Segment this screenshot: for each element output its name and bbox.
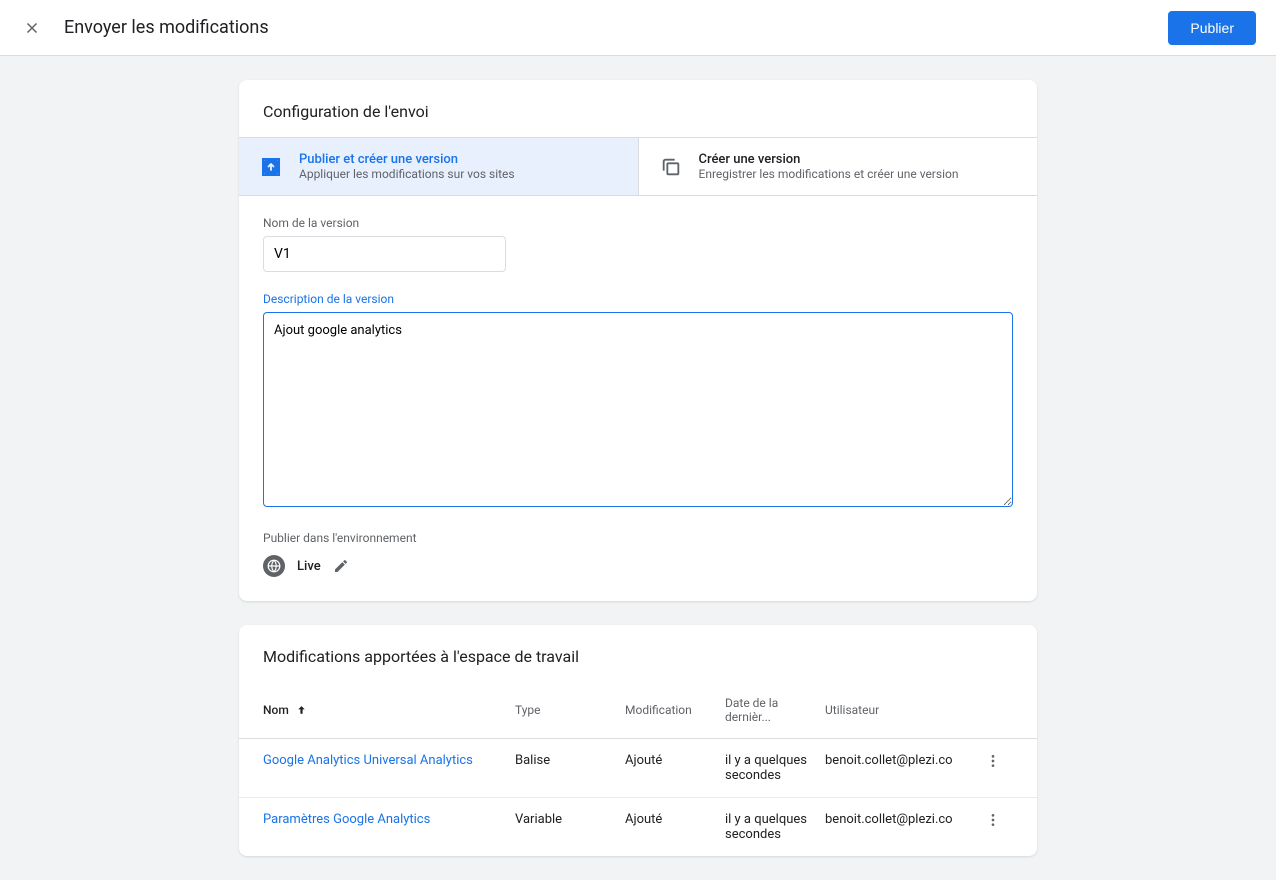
changes-title: Modifications apportées à l'espace de tr… (239, 625, 1037, 682)
copy-icon (659, 155, 683, 179)
tab-subtitle: Appliquer les modifications sur vos site… (299, 167, 515, 181)
changes-card: Modifications apportées à l'espace de tr… (239, 625, 1037, 856)
row-more-button[interactable] (973, 753, 1013, 769)
config-title: Configuration de l'envoi (239, 80, 1037, 137)
row-user: benoit.collet@plezi.co (825, 812, 973, 827)
modal-header: Envoyer les modifications Publier (0, 0, 1276, 56)
config-card: Configuration de l'envoi Publier et crée… (239, 80, 1037, 601)
version-desc-label: Description de la version (263, 292, 1013, 306)
content: Configuration de l'envoi Publier et crée… (227, 80, 1049, 856)
config-tabs: Publier et créer une version Appliquer l… (239, 137, 1037, 196)
col-header-modification[interactable]: Modification (625, 703, 725, 717)
table-row: Google Analytics Universal Analytics Bal… (239, 739, 1037, 798)
pencil-icon (333, 558, 349, 574)
arrow-up-icon (295, 704, 308, 717)
col-header-date[interactable]: Date de la dernièr... (725, 696, 825, 724)
row-name-link[interactable]: Paramètres Google Analytics (263, 812, 515, 827)
tab-title: Publier et créer une version (299, 152, 515, 167)
publish-upload-icon (259, 155, 283, 179)
row-type: Balise (515, 753, 625, 768)
tab-publish-create[interactable]: Publier et créer une version Appliquer l… (239, 138, 639, 195)
row-date: il y a quelques secondes (725, 812, 825, 842)
row-type: Variable (515, 812, 625, 827)
version-desc-textarea[interactable] (263, 312, 1013, 507)
more-vert-icon (985, 812, 1001, 828)
col-header-user[interactable]: Utilisateur (825, 703, 973, 717)
form-body: Nom de la version Description de la vers… (239, 196, 1037, 601)
tab-create-version[interactable]: Créer une version Enregistrer les modifi… (639, 138, 1038, 195)
col-header-type[interactable]: Type (515, 703, 625, 717)
more-vert-icon (985, 753, 1001, 769)
close-icon (23, 19, 41, 37)
row-user: benoit.collet@plezi.co (825, 753, 973, 768)
row-date: il y a quelques secondes (725, 753, 825, 783)
tab-subtitle: Enregistrer les modifications et créer u… (699, 167, 959, 181)
edit-env-button[interactable] (333, 558, 349, 574)
version-name-input[interactable] (263, 236, 506, 272)
page-title: Envoyer les modifications (64, 17, 1168, 38)
version-name-label: Nom de la version (263, 216, 1013, 230)
row-name-link[interactable]: Google Analytics Universal Analytics (263, 753, 515, 768)
globe-icon (263, 555, 285, 577)
publish-button[interactable]: Publier (1168, 11, 1256, 45)
table-header: Nom Type Modification Date de la dernièr… (239, 682, 1037, 739)
tab-title: Créer une version (699, 152, 959, 167)
close-button[interactable] (20, 16, 44, 40)
row-modification: Ajouté (625, 812, 725, 827)
env-label: Publier dans l'environnement (263, 531, 1013, 545)
row-modification: Ajouté (625, 753, 725, 768)
table-row: Paramètres Google Analytics Variable Ajo… (239, 798, 1037, 856)
col-header-name[interactable]: Nom (263, 703, 515, 717)
env-value: Live (297, 559, 321, 574)
row-more-button[interactable] (973, 812, 1013, 828)
